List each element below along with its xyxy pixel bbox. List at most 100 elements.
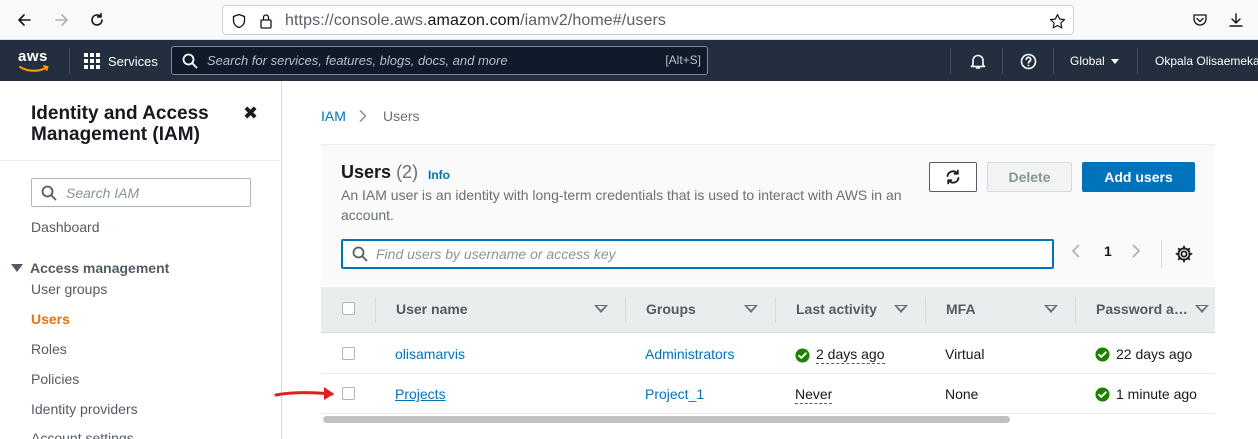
column-divider <box>1075 297 1076 323</box>
lock-icon[interactable] <box>257 12 275 30</box>
sort-icon[interactable] <box>594 305 608 313</box>
column-divider <box>925 297 926 323</box>
horizontal-scrollbar[interactable] <box>323 416 1010 423</box>
add-users-button[interactable]: Add users <box>1082 162 1195 192</box>
sidebar-item-user-groups[interactable]: User groups <box>31 281 107 297</box>
sidebar-section-access-management[interactable]: Access management <box>11 260 169 276</box>
row-checkbox[interactable] <box>342 347 355 360</box>
shield-icon[interactable] <box>230 12 248 30</box>
sort-icon[interactable] <box>894 305 908 313</box>
nav-divider <box>950 48 951 74</box>
page-title: Users (2) <box>341 162 419 182</box>
region-selector[interactable]: Global <box>1070 54 1119 68</box>
search-placeholder: Search for services, features, blogs, do… <box>207 53 508 68</box>
last-activity-value[interactable]: 2 days ago <box>816 346 885 364</box>
breadcrumb-iam[interactable]: IAM <box>321 108 346 124</box>
caret-down-icon <box>1110 58 1119 64</box>
password-age-value: 1 minute ago <box>1116 386 1197 402</box>
help-icon[interactable] <box>1019 52 1037 70</box>
select-all-checkbox[interactable] <box>342 302 355 315</box>
refresh-button[interactable] <box>929 162 977 192</box>
pager-divider <box>1161 240 1162 268</box>
previous-page-icon[interactable] <box>1071 243 1081 262</box>
column-divider <box>375 297 376 323</box>
user-name-link[interactable]: olisamarvis <box>395 346 465 362</box>
aws-logo[interactable]: aws <box>18 48 52 74</box>
success-check-icon <box>795 347 810 363</box>
browser-toolbar: https://console.aws.amazon.com/iamv2/hom… <box>0 0 1258 40</box>
info-link[interactable]: Info <box>428 168 450 182</box>
column-header-groups[interactable]: Groups <box>646 301 696 317</box>
breadcrumb-separator <box>358 109 368 126</box>
account-menu[interactable]: Okpala Olisaemeka <box>1155 54 1258 68</box>
row-checkbox[interactable] <box>342 387 355 400</box>
filter-placeholder: Find users by username or access key <box>376 246 616 262</box>
nav-divider <box>1002 48 1003 74</box>
table-row: olisamarvis Administrators 2 days ago Vi… <box>321 334 1215 374</box>
close-icon[interactable]: ✖ <box>243 103 258 124</box>
column-divider <box>775 297 776 323</box>
search-icon <box>41 185 57 204</box>
sidebar-item-account-settings[interactable]: Account settings <box>31 430 134 439</box>
nav-divider <box>1137 48 1138 74</box>
column-header-mfa[interactable]: MFA <box>946 301 976 317</box>
search-icon <box>182 53 198 72</box>
user-name-link[interactable]: Projects <box>395 386 446 402</box>
pocket-icon[interactable] <box>1188 8 1212 32</box>
column-header-password-age[interactable]: Password a… <box>1096 301 1188 317</box>
sidebar-item-users[interactable]: Users <box>31 311 70 327</box>
forward-arrow-icon[interactable] <box>50 8 74 32</box>
mfa-value: Virtual <box>945 346 985 362</box>
sort-icon[interactable] <box>1044 305 1058 313</box>
group-link[interactable]: Administrators <box>645 346 734 362</box>
bell-icon[interactable] <box>969 52 987 70</box>
sidebar-search-input[interactable]: Search IAM <box>31 178 251 207</box>
download-icon[interactable] <box>1224 8 1248 32</box>
sidebar-item-dashboard[interactable]: Dashboard <box>31 219 100 235</box>
url-text[interactable]: https://console.aws.amazon.com/iamv2/hom… <box>285 12 666 30</box>
group-link[interactable]: Project_1 <box>645 386 704 402</box>
password-age-value: 22 days ago <box>1116 346 1193 362</box>
services-menu-button[interactable]: Services <box>84 52 158 70</box>
page-number[interactable]: 1 <box>1104 243 1112 259</box>
breadcrumb-users: Users <box>383 108 420 124</box>
sidebar-item-roles[interactable]: Roles <box>31 341 67 357</box>
column-header-last-activity[interactable]: Last activity <box>796 301 877 317</box>
sidebar-divider <box>0 160 281 161</box>
search-shortcut: [Alt+S] <box>665 53 701 67</box>
next-page-icon[interactable] <box>1131 243 1141 262</box>
mfa-value: None <box>945 386 979 402</box>
bookmark-star-icon[interactable] <box>1048 12 1066 30</box>
user-filter-input[interactable]: Find users by username or access key <box>341 239 1054 269</box>
nav-divider <box>1053 48 1054 74</box>
reload-icon[interactable] <box>85 8 109 32</box>
column-divider <box>625 297 626 323</box>
red-arrow-annotation <box>274 387 334 400</box>
table-row: Projects Project_1 Never None 1 minute a… <box>321 374 1215 414</box>
grid-icon <box>84 53 100 69</box>
search-icon <box>352 246 368 265</box>
delete-button[interactable]: Delete <box>987 162 1072 192</box>
back-arrow-icon[interactable] <box>12 8 36 32</box>
success-check-icon <box>1095 346 1110 362</box>
password-age-cell: 1 minute ago <box>1095 386 1197 402</box>
address-bar[interactable]: https://console.aws.amazon.com/iamv2/hom… <box>222 5 1074 35</box>
last-activity-cell: 2 days ago <box>795 346 885 364</box>
iam-sidebar: Identity and Access Management (IAM) ✖ S… <box>0 81 282 439</box>
services-label: Services <box>108 53 158 69</box>
table-header: User name Groups Last activity MFA Passw… <box>321 287 1215 333</box>
sidebar-item-policies[interactable]: Policies <box>31 371 79 387</box>
password-age-cell: 22 days ago <box>1095 346 1192 362</box>
gear-icon[interactable] <box>1175 245 1193 266</box>
column-header-user-name[interactable]: User name <box>396 301 468 317</box>
last-activity-cell: Never <box>795 386 833 404</box>
sidebar-search-placeholder: Search IAM <box>66 185 140 201</box>
last-activity-value[interactable]: Never <box>795 386 833 404</box>
sidebar-item-identity-providers[interactable]: Identity providers <box>31 401 138 417</box>
sort-icon[interactable] <box>1195 305 1209 313</box>
global-search-input[interactable]: Search for services, features, blogs, do… <box>171 46 708 75</box>
region-label: Global <box>1070 54 1105 68</box>
users-panel: Users (2) Info An IAM user is an identit… <box>321 144 1215 439</box>
sort-icon[interactable] <box>744 305 758 313</box>
sidebar-section-label: Access management <box>30 260 170 276</box>
